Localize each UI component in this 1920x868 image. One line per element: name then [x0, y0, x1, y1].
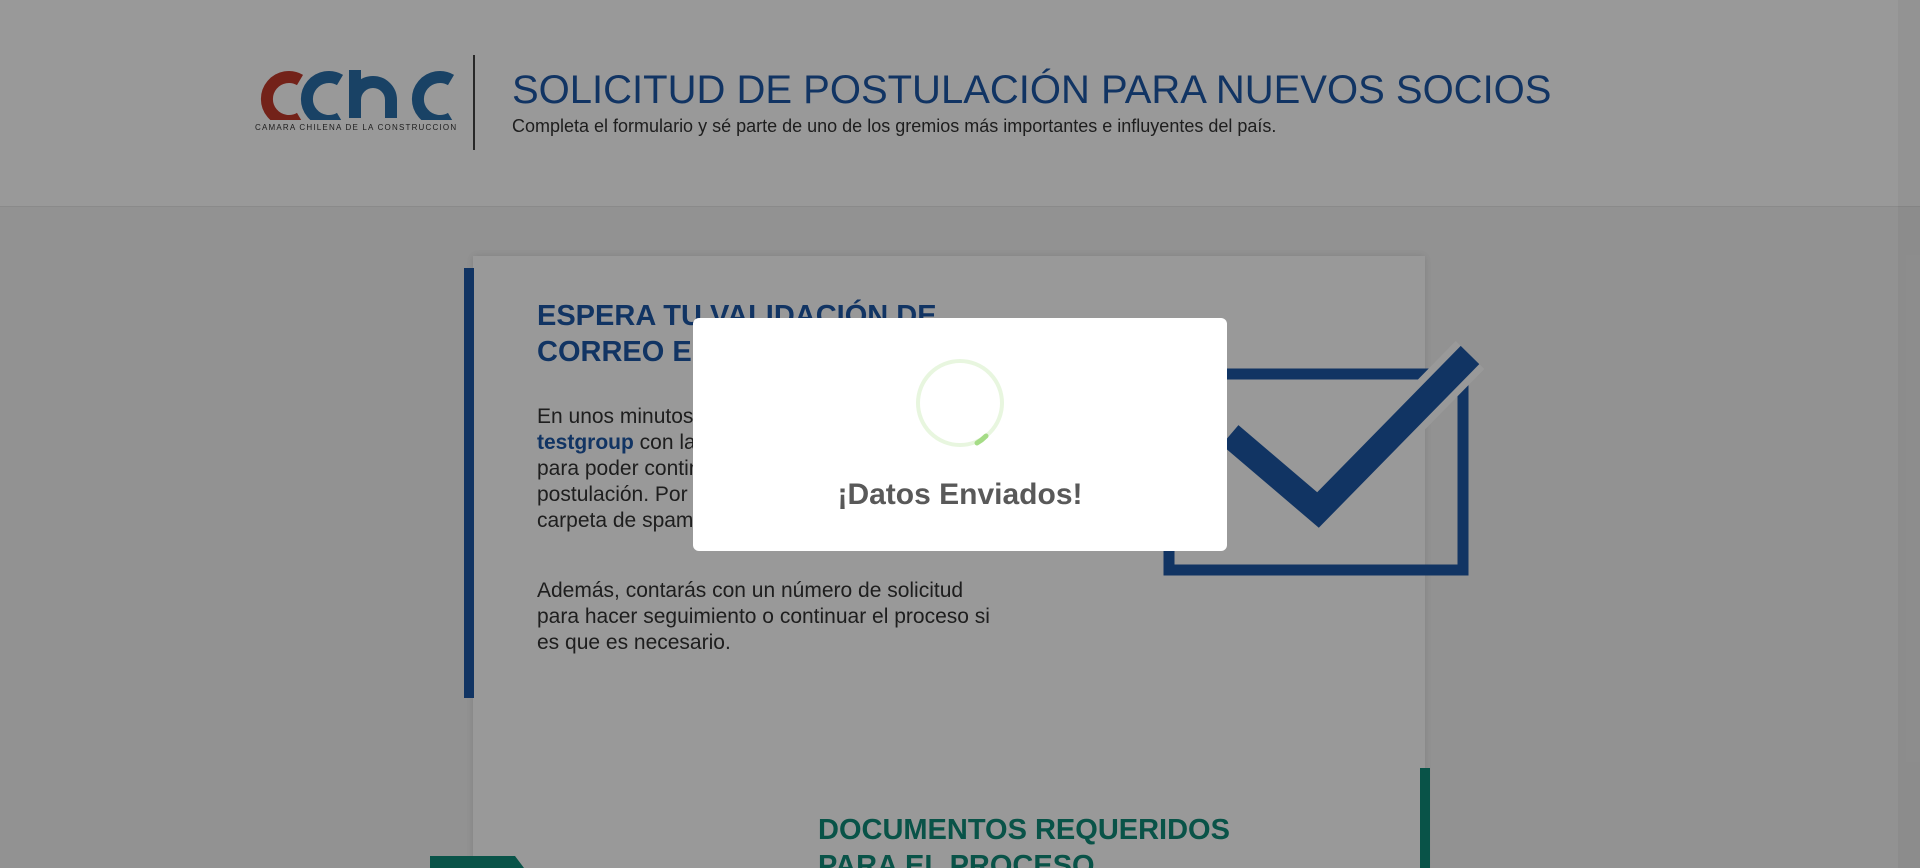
modal-title: ¡Datos Enviados!	[837, 478, 1083, 511]
success-modal: ¡Datos Enviados!	[693, 318, 1227, 551]
loading-spinner-icon	[916, 359, 1004, 447]
page-scrollbar[interactable]	[1898, 0, 1920, 868]
